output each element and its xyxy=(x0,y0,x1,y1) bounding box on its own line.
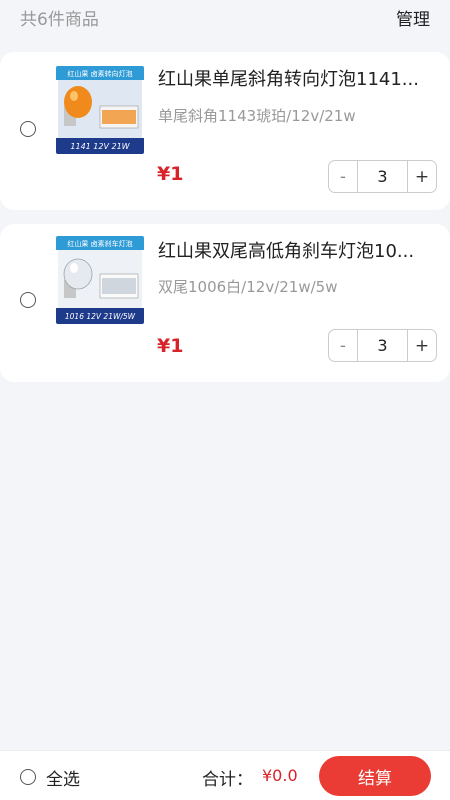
increment-button[interactable]: + xyxy=(407,161,436,192)
product-thumbnail[interactable]: 红山果 卤素转向灯泡 1141 12V 21W xyxy=(56,66,144,154)
product-thumbnail[interactable]: 红山果 卤素刹车灯泡 1016 12V 21W/5W xyxy=(56,236,144,324)
item-count-label: 共6件商品 xyxy=(20,9,99,30)
thumb-caption-text: 1141 12V 21W xyxy=(70,142,130,151)
decrement-button[interactable]: - xyxy=(329,161,358,192)
decrement-button[interactable]: - xyxy=(329,330,358,361)
product-price: ¥1 xyxy=(157,163,184,185)
product-price: ¥1 xyxy=(157,335,184,357)
quantity-stepper: - 3 + xyxy=(328,329,437,362)
turn-signal-bulb-image: 红山果 卤素转向灯泡 1141 12V 21W xyxy=(56,66,144,154)
quantity-value[interactable]: 3 xyxy=(358,161,407,192)
top-bar: 共6件商品 管理 xyxy=(0,0,450,34)
item-select-radio[interactable] xyxy=(20,121,36,137)
quantity-stepper: - 3 + xyxy=(328,160,437,193)
select-all-label[interactable]: 全选 xyxy=(46,765,80,790)
thumb-caption-text: 1016 12V 21W/5W xyxy=(65,312,136,321)
thumb-banner-text: 红山果 卤素转向灯泡 xyxy=(67,69,132,78)
checkout-button[interactable]: 结算 xyxy=(319,756,431,796)
product-title[interactable]: 红山果双尾高低角刹车灯泡10... xyxy=(158,240,440,264)
product-title[interactable]: 红山果单尾斜角转向灯泡1141... xyxy=(158,68,440,92)
quantity-value[interactable]: 3 xyxy=(358,330,407,361)
total-label: 合计： xyxy=(202,770,253,790)
thumb-banner-text: 红山果 卤素刹车灯泡 xyxy=(67,239,132,248)
item-select-radio[interactable] xyxy=(20,292,36,308)
product-spec: 单尾斜角1143琥珀/12v/21w xyxy=(158,107,356,125)
cart-item: 红山果 卤素刹车灯泡 1016 12V 21W/5W 红山果双尾高低角刹车灯泡1… xyxy=(0,224,450,382)
select-all-radio[interactable] xyxy=(20,769,36,785)
product-spec: 双尾1006白/12v/21w/5w xyxy=(158,278,338,296)
cart-item: 红山果 卤素转向灯泡 1141 12V 21W 红山果单尾斜角转向灯泡1141.… xyxy=(0,52,450,210)
manage-button[interactable]: 管理 xyxy=(396,5,430,30)
brake-bulb-image: 红山果 卤素刹车灯泡 1016 12V 21W/5W xyxy=(56,236,144,324)
total-value: ¥0.0 xyxy=(262,766,298,785)
increment-button[interactable]: + xyxy=(407,330,436,361)
checkout-bar: 全选 合计： ¥0.0 结算 xyxy=(0,750,450,800)
